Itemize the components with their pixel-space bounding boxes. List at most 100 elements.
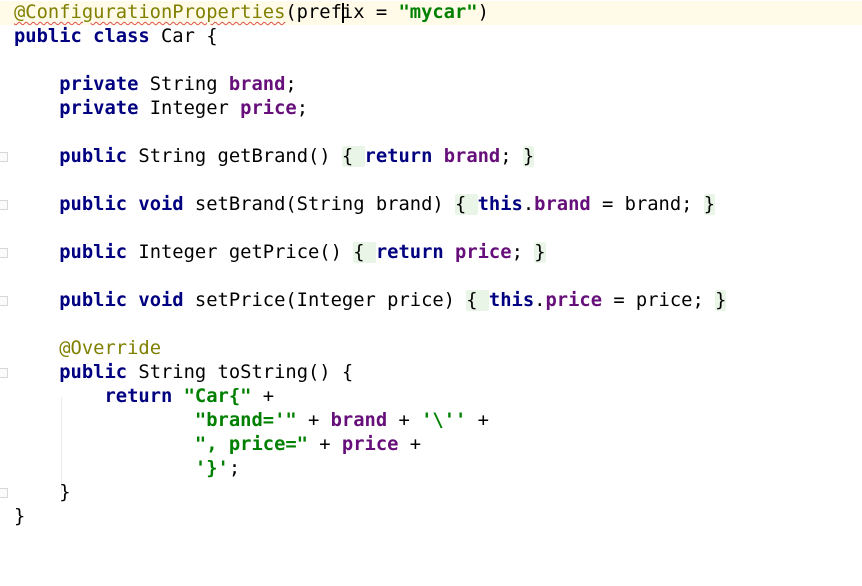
code-line[interactable]: return "Car{" +: [0, 385, 862, 409]
code-line[interactable]: }: [0, 481, 862, 505]
code-line[interactable]: [0, 169, 862, 193]
field-token: price: [341, 434, 399, 455]
code-line-text: private String brand;: [14, 73, 297, 97]
field-token: brand: [534, 194, 591, 215]
code-line-text: }: [14, 505, 25, 529]
code-token: String: [149, 74, 229, 95]
keyword-token: public: [59, 242, 139, 263]
code-token: +: [308, 434, 342, 455]
folded-brace-token: {: [353, 242, 376, 263]
keyword-token: this: [477, 194, 523, 215]
keyword-token: private: [59, 98, 150, 119]
folded-brace-token: {: [455, 194, 478, 215]
code-line-text: public void setBrand(String brand) { thi…: [14, 193, 716, 217]
keyword-token: public: [59, 146, 139, 167]
code-line[interactable]: public Integer getPrice() { return price…: [0, 241, 862, 265]
keyword-token: return: [104, 386, 184, 407]
code-line[interactable]: }: [0, 505, 862, 529]
code-line[interactable]: '}';: [0, 457, 862, 481]
code-token: String toString() {: [138, 362, 354, 383]
code-token: = price;: [602, 290, 716, 311]
code-line-text: ", price=" + price +: [14, 433, 421, 457]
code-line[interactable]: [0, 49, 862, 73]
code-token: +: [387, 410, 422, 431]
code-token: ): [477, 2, 489, 23]
code-line-text: "brand='" + brand + '\'' +: [14, 409, 489, 433]
code-line[interactable]: [0, 217, 862, 241]
code-token: .: [534, 290, 546, 311]
code-line[interactable]: ", price=" + price +: [0, 433, 862, 457]
code-line-text: return "Car{" +: [14, 385, 274, 409]
code-line-text: public class Car {: [14, 25, 218, 49]
code-line[interactable]: "brand='" + brand + '\'' +: [0, 409, 862, 433]
annotation-token: @ConfigurationProperties: [14, 2, 286, 23]
code-line[interactable]: [0, 265, 862, 289]
code-line-text: private Integer price;: [14, 97, 308, 121]
code-token: setPrice(Integer price): [194, 290, 467, 311]
code-line-text: public void setPrice(Integer price) { th…: [14, 289, 727, 313]
code-line[interactable]: private String brand;: [0, 73, 862, 97]
keyword-token: public: [59, 362, 139, 383]
keyword-token: public void: [59, 290, 195, 311]
annotation-token: @Override: [59, 338, 161, 359]
folded-brace-token: {: [341, 146, 365, 167]
field-token: price: [455, 242, 512, 263]
code-token: +: [251, 386, 275, 407]
folded-brace-token: }: [715, 290, 727, 311]
code-line[interactable]: public String toString() {: [0, 361, 862, 385]
code-token: }: [14, 506, 26, 527]
keyword-token: public void: [59, 194, 195, 215]
code-line[interactable]: @Override: [0, 337, 862, 361]
field-token: brand: [330, 410, 388, 431]
code-line[interactable]: private Integer price;: [0, 97, 862, 121]
code-token: setBrand(String brand): [194, 194, 455, 215]
code-line[interactable]: public void setBrand(String brand) { thi…: [0, 193, 862, 217]
keyword-token: public class: [14, 26, 161, 47]
code-line-text: }: [14, 481, 70, 505]
code-token: ;: [285, 74, 297, 95]
code-line[interactable]: @ConfigurationProperties(prefix = "mycar…: [0, 1, 862, 25]
fold-toggle-icon[interactable]: [0, 152, 8, 162]
fold-toggle-icon[interactable]: [0, 200, 8, 210]
code-token: +: [296, 410, 331, 431]
string-token: ", price=": [194, 434, 308, 455]
folded-brace-token: }: [534, 242, 546, 263]
code-token: +: [466, 410, 489, 431]
code-token: ;: [511, 242, 535, 263]
code-line[interactable]: [0, 121, 862, 145]
code-line-text: @ConfigurationProperties(prefix = "mycar…: [14, 1, 489, 25]
code-line-text: public String toString() {: [14, 361, 353, 385]
fold-toggle-icon[interactable]: [0, 248, 8, 258]
field-token: price: [240, 98, 297, 119]
field-token: brand: [443, 146, 501, 167]
folded-brace-token: }: [703, 194, 716, 215]
string-token: '}': [194, 458, 229, 479]
code-token: .: [522, 194, 535, 215]
fold-toggle-icon[interactable]: [0, 368, 8, 378]
code-token: ;: [296, 98, 309, 119]
code-token: Integer: [149, 98, 241, 119]
code-line[interactable]: public String getBrand() { return brand;…: [0, 145, 862, 169]
code-editor[interactable]: @ConfigurationProperties(prefix = "mycar…: [0, 0, 862, 586]
fold-toggle-icon[interactable]: [0, 488, 8, 498]
code-line-text: '}';: [14, 457, 240, 481]
code-line-text: @Override: [14, 337, 161, 361]
code-token: ;: [228, 458, 241, 479]
folded-brace-token: }: [522, 146, 535, 167]
string-token: "brand='": [194, 410, 297, 431]
code-line[interactable]: public class Car {: [0, 25, 862, 49]
code-line[interactable]: [0, 313, 862, 337]
code-line-text: public String getBrand() { return brand;…: [14, 145, 535, 169]
code-token: Integer getPrice(): [138, 242, 354, 263]
folded-brace-token: {: [466, 290, 489, 311]
fold-toggle-icon[interactable]: [0, 296, 8, 306]
code-line[interactable]: public void setPrice(Integer price) { th…: [0, 289, 862, 313]
